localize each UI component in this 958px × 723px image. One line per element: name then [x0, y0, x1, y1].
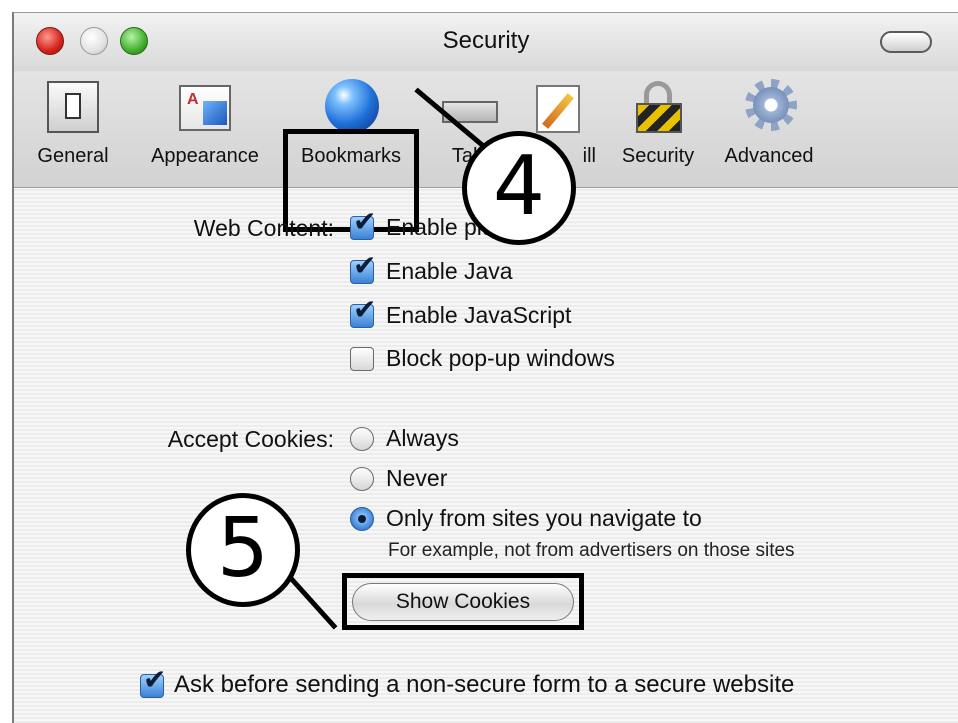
cookies-always-radio[interactable]: [350, 427, 374, 451]
cookies-hint-text: For example, not from advertisers on tho…: [388, 540, 795, 561]
toolbar-label-appearance: Appearance: [151, 145, 259, 167]
checkmark-icon: ✔: [143, 663, 167, 696]
block-popups-label: Block pop-up windows: [386, 345, 615, 371]
checkmark-icon: ✔: [353, 205, 377, 238]
enable-javascript-label: Enable JavaScript: [386, 302, 572, 328]
toolbar-advanced[interactable]: Advanced: [714, 77, 824, 168]
padlock-icon: [628, 77, 688, 137]
toolbar-appearance[interactable]: A Appearance: [140, 77, 270, 168]
appearance-icon: A: [175, 77, 235, 137]
cookies-always-label: Always: [386, 425, 459, 451]
tabs-icon: [438, 77, 498, 137]
enable-java-checkbox[interactable]: ✔: [350, 252, 376, 284]
accept-cookies-label: Accept Cookies:: [167, 426, 334, 452]
web-content-label: Web Content:: [193, 215, 334, 241]
toolbar-label-security: Security: [621, 145, 695, 167]
toolbar-label-advanced: Advanced: [724, 145, 814, 167]
cookies-never-radio[interactable]: [350, 467, 374, 491]
ask-nonsecure-form-checkbox[interactable]: ✔: [140, 666, 166, 698]
checkmark-icon: ✔: [353, 293, 377, 326]
globe-icon: [321, 77, 381, 137]
cookies-only-visited-radio[interactable]: [350, 507, 374, 531]
gear-icon: [739, 77, 799, 137]
cookies-never-label: Never: [386, 465, 448, 491]
enable-java-label: Enable Java: [386, 258, 513, 284]
ask-nonsecure-form-label: Ask before sending a non-secure form to …: [174, 671, 795, 698]
window-title: Security: [442, 27, 530, 54]
toolbar-label-general: General: [37, 145, 109, 167]
toolbar-toggle-button[interactable]: [880, 31, 932, 53]
callout-4-circle: 4: [462, 131, 576, 245]
title-bar: Security: [14, 13, 958, 72]
safari-preferences-window: Security General A Appearance Bookmarks: [12, 12, 958, 723]
enable-javascript-checkbox[interactable]: ✔: [350, 296, 376, 328]
checkmark-icon: ✔: [353, 249, 377, 282]
show-cookies-button[interactable]: Show Cookies: [352, 583, 574, 621]
toolbar-general[interactable]: General: [28, 77, 118, 168]
block-popups-checkbox[interactable]: [350, 347, 374, 371]
enable-plugins-checkbox[interactable]: ✔: [350, 208, 376, 240]
cookies-only-visited-label: Only from sites you navigate to: [386, 505, 702, 531]
toolbar-security[interactable]: Security: [610, 77, 706, 168]
general-switch-icon: [43, 77, 103, 137]
callout-5-circle: 5: [186, 493, 300, 607]
autofill-pencil-icon: [530, 77, 590, 137]
